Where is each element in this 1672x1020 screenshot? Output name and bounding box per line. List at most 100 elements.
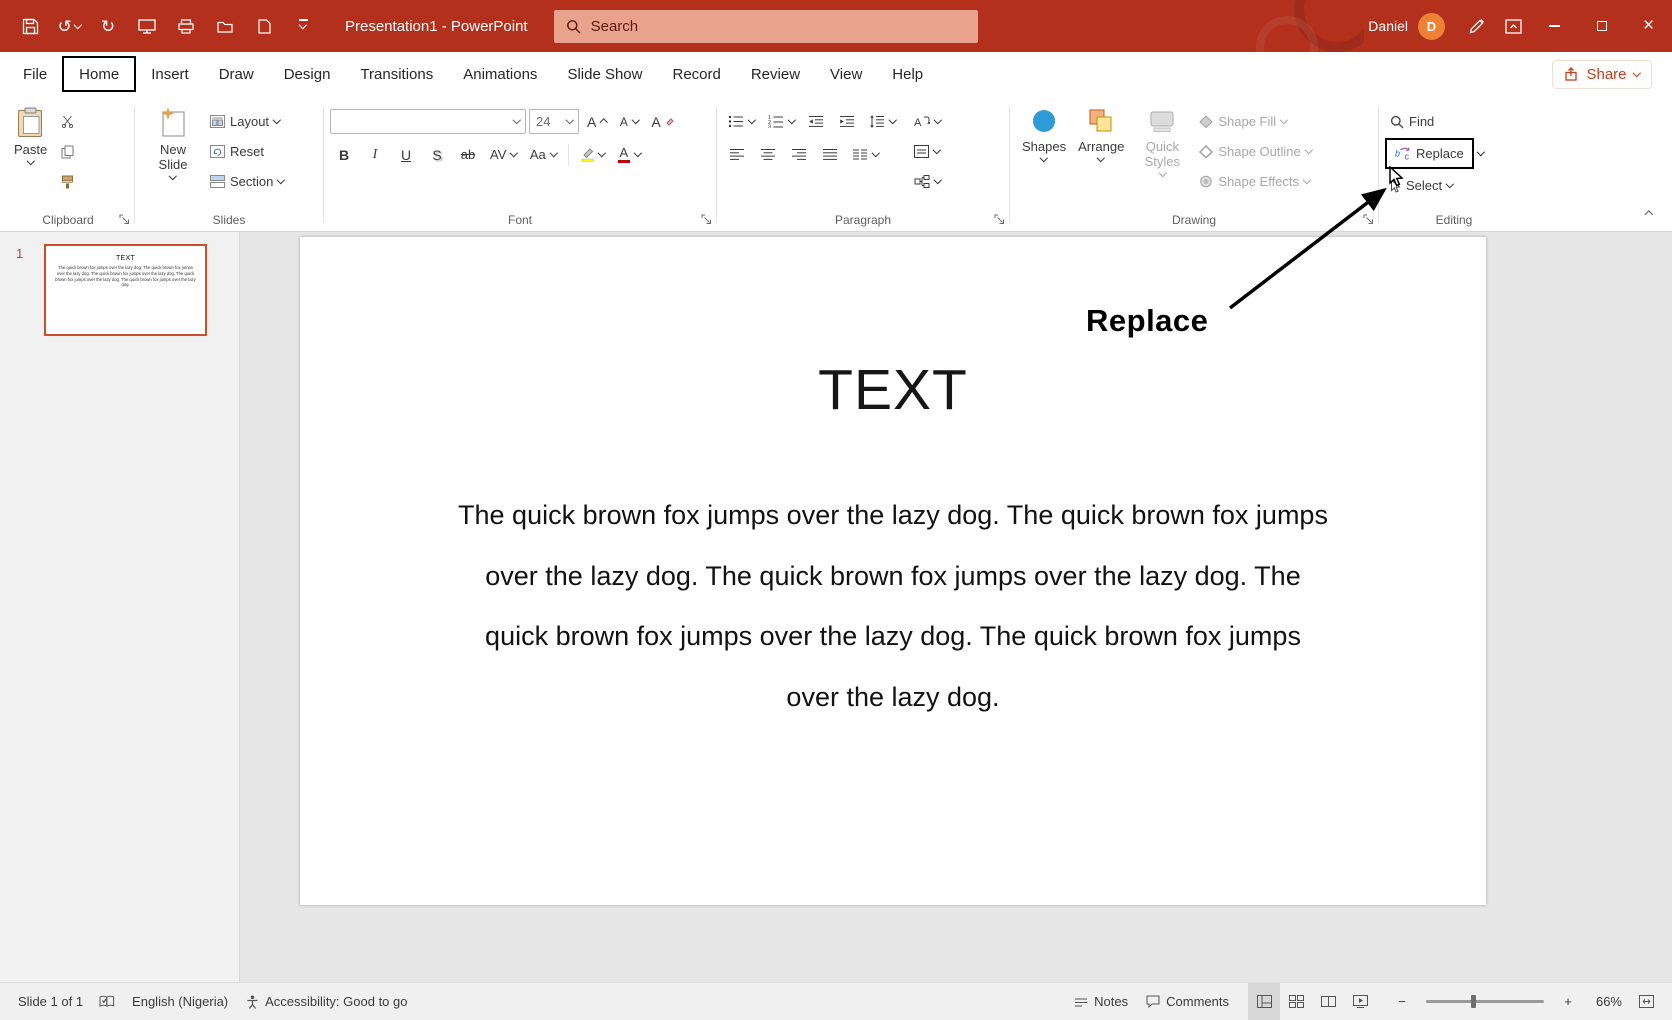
fit-slide-to-window-button[interactable]	[1630, 983, 1662, 1020]
numbering-button[interactable]: 123	[763, 108, 800, 135]
quick-styles-button[interactable]: Quick Styles	[1130, 102, 1194, 202]
redo-button[interactable]: ↻	[90, 8, 126, 44]
slide-body-text[interactable]: The quick brown fox jumps over the lazy …	[300, 485, 1486, 727]
drawing-dialog-launcher[interactable]	[1361, 213, 1375, 226]
save-button[interactable]	[12, 8, 48, 44]
zoom-slider[interactable]	[1426, 1000, 1544, 1003]
highlight-color-button[interactable]	[576, 141, 610, 168]
normal-view-button[interactable]	[1248, 983, 1280, 1020]
tab-design[interactable]: Design	[269, 56, 346, 92]
zoom-percentage[interactable]: 66%	[1584, 994, 1630, 1009]
slide-sorter-view-button[interactable]	[1280, 983, 1312, 1020]
tab-home[interactable]: Home	[62, 56, 136, 92]
align-center-button[interactable]	[754, 141, 782, 168]
strikethrough-button[interactable]: ab	[454, 141, 482, 168]
convert-smartart-button[interactable]	[909, 168, 946, 195]
font-name-combobox[interactable]	[330, 109, 526, 134]
format-painter-button[interactable]	[53, 168, 81, 195]
customize-qat-button[interactable]	[285, 8, 321, 44]
tab-slide-show[interactable]: Slide Show	[552, 56, 657, 92]
slide-thumbnail[interactable]: TEXT The quick brown fox jumps over the …	[44, 244, 207, 336]
tab-view[interactable]: View	[815, 56, 877, 92]
tab-insert[interactable]: Insert	[136, 56, 204, 92]
reading-view-button[interactable]	[1312, 983, 1344, 1020]
increase-indent-button[interactable]	[833, 108, 861, 135]
slide[interactable]: TEXT The quick brown fox jumps over the …	[300, 237, 1486, 905]
change-case-button[interactable]: Aa	[525, 141, 561, 168]
shape-effects-button[interactable]: Shape Effects	[1194, 168, 1314, 195]
layout-button[interactable]: Layout	[205, 108, 285, 135]
shape-outline-button[interactable]: Shape Outline	[1194, 138, 1316, 165]
undo-button[interactable]: ↺	[51, 8, 87, 44]
zoom-in-button[interactable]: +	[1552, 983, 1584, 1020]
accessibility-checker[interactable]: Accessibility: Good to go	[237, 983, 416, 1020]
ink-pen-button[interactable]	[1459, 8, 1495, 44]
decrease-font-size-button[interactable]: A	[615, 108, 644, 135]
zoom-slider-handle[interactable]	[1471, 995, 1476, 1008]
reset-button[interactable]: Reset	[205, 138, 269, 165]
section-button[interactable]: Section	[205, 168, 289, 195]
justify-button[interactable]	[816, 141, 844, 168]
zoom-out-button[interactable]: −	[1386, 983, 1418, 1020]
clear-formatting-button[interactable]: A	[646, 108, 678, 135]
arrange-button[interactable]: Arrange	[1072, 102, 1130, 202]
decrease-font-glyph: A	[620, 115, 628, 129]
replace-button[interactable]: bcReplace	[1385, 138, 1474, 169]
collapse-ribbon-button[interactable]	[1638, 203, 1660, 223]
copy-button[interactable]	[53, 138, 81, 165]
clipboard-dialog-launcher[interactable]	[117, 213, 131, 226]
minimize-button[interactable]	[1531, 0, 1578, 52]
font-dialog-launcher[interactable]	[699, 213, 713, 226]
tab-draw[interactable]: Draw	[204, 56, 269, 92]
line-spacing-button[interactable]	[864, 108, 901, 135]
text-shadow-button[interactable]: S	[423, 141, 451, 168]
tab-file[interactable]: File	[8, 56, 62, 92]
bullets-button[interactable]	[723, 108, 760, 135]
notes-button[interactable]: Notes	[1065, 983, 1137, 1020]
font-color-button[interactable]: A	[613, 141, 646, 168]
ribbon-display-options-button[interactable]	[1495, 8, 1531, 44]
open-button[interactable]	[207, 8, 243, 44]
tab-animations[interactable]: Animations	[448, 56, 552, 92]
font-size-combobox[interactable]: 24	[529, 109, 579, 134]
shapes-button[interactable]: Shapes	[1016, 102, 1072, 202]
replace-label: Replace	[1416, 146, 1464, 161]
tab-transitions[interactable]: Transitions	[345, 56, 448, 92]
columns-button[interactable]	[847, 141, 884, 168]
increase-font-size-button[interactable]: A	[582, 108, 612, 135]
comments-button[interactable]: Comments	[1137, 983, 1238, 1020]
quick-print-button[interactable]	[168, 8, 204, 44]
character-spacing-button[interactable]: AV	[485, 141, 522, 168]
find-button[interactable]: Find	[1385, 108, 1483, 135]
paste-button[interactable]: Paste	[8, 102, 53, 202]
shape-fill-button[interactable]: Shape Fill	[1194, 108, 1291, 135]
tab-help[interactable]: Help	[877, 56, 938, 92]
tab-review[interactable]: Review	[736, 56, 815, 92]
replace-dropdown-icon[interactable]	[1477, 148, 1485, 156]
maximize-button[interactable]	[1578, 0, 1625, 52]
select-button[interactable]: Select	[1385, 172, 1483, 199]
share-button[interactable]: Share	[1552, 60, 1652, 89]
slide-title[interactable]: TEXT	[300, 237, 1486, 423]
align-text-button[interactable]	[909, 138, 945, 165]
text-direction-button[interactable]: A	[909, 108, 946, 135]
paragraph-dialog-launcher[interactable]	[992, 213, 1006, 226]
start-slideshow-button[interactable]	[129, 8, 165, 44]
search-box[interactable]: Search	[554, 10, 978, 43]
italic-button[interactable]: I	[361, 141, 389, 168]
new-slide-button[interactable]: New Slide	[141, 102, 205, 202]
slideshow-view-button[interactable]	[1344, 983, 1376, 1020]
underline-button[interactable]: U	[392, 141, 420, 168]
language-indicator[interactable]: English (Nigeria)	[123, 983, 237, 1020]
new-document-button[interactable]	[246, 8, 282, 44]
decrease-indent-button[interactable]	[802, 108, 830, 135]
cut-button[interactable]	[53, 108, 81, 135]
align-right-button[interactable]	[785, 141, 813, 168]
bold-button[interactable]: B	[330, 141, 358, 168]
user-avatar[interactable]: D	[1418, 13, 1445, 40]
close-button[interactable]: ×	[1625, 0, 1672, 52]
tab-record[interactable]: Record	[657, 56, 735, 92]
align-left-button[interactable]	[723, 141, 751, 168]
titlebar: ↺ ↻ Presentation1 - PowerPoint Search Da…	[0, 0, 1672, 52]
spell-check-button[interactable]	[91, 983, 123, 1020]
